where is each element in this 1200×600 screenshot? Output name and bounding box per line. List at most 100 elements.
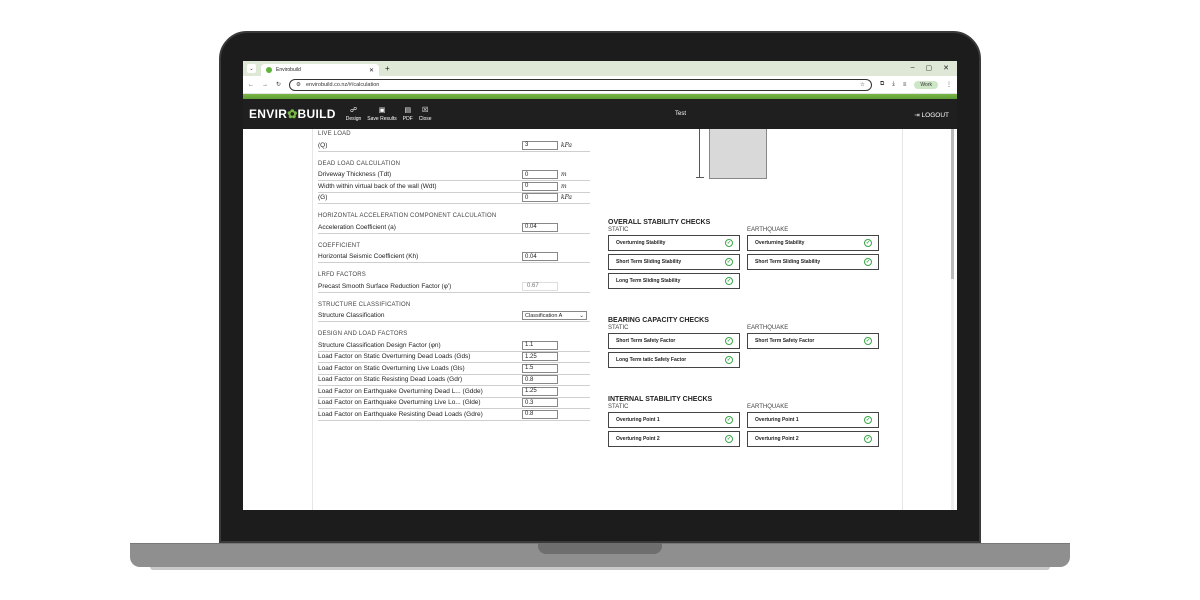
- virtual-width-input[interactable]: 0: [522, 181, 558, 191]
- laptop-mockup: ⌄ Envirobuild ✕ + – ▢ ✕ ← → ↻ ⚙ envirobu…: [0, 0, 1200, 600]
- tab-search-icon[interactable]: ⌄: [247, 64, 256, 73]
- dead-load-input[interactable]: 0: [522, 193, 558, 203]
- app-logo: ENVIR✿BUILD: [249, 107, 336, 121]
- scrollbar[interactable]: [951, 129, 954, 510]
- extensions-icon[interactable]: ⧉: [880, 81, 884, 88]
- form-row: Load Factor on Earthquake Overturning Li…: [318, 398, 590, 409]
- site-info-icon[interactable]: ⚙: [296, 82, 301, 88]
- factor-input[interactable]: 1.25: [522, 386, 558, 396]
- save-results-button[interactable]: ▣ Save Results: [367, 106, 396, 122]
- design-button[interactable]: ☍ Design: [346, 106, 362, 122]
- bearing-capacity-checks: BEARING CAPACITY CHECKS STATIC Short Ter…: [608, 317, 888, 371]
- check-circle-icon: ✓: [864, 258, 872, 266]
- url-text: envirobuild.co.nz/#/calculation: [305, 81, 380, 88]
- check-card[interactable]: Short Term Sliding Stability ✓: [747, 254, 879, 270]
- address-bar-row: ← → ↻ ⚙ envirobuild.co.nz/#/calculation …: [243, 76, 957, 94]
- browser-menu-icon[interactable]: ⋮: [946, 81, 952, 88]
- wall-diagram-line: [699, 129, 700, 177]
- factor-input[interactable]: 1.25: [522, 352, 558, 362]
- check-card[interactable]: Overturning Stability ✓: [747, 235, 879, 251]
- check-card[interactable]: Overturing Point 2 ✓: [608, 431, 740, 447]
- minimize-icon[interactable]: –: [911, 64, 915, 72]
- download-icon[interactable]: ⤓: [892, 81, 895, 88]
- reload-icon[interactable]: ↻: [276, 81, 281, 88]
- logout-button[interactable]: ⇥ LOGOUT: [914, 111, 949, 119]
- form-row: Load Factor on Static Resisting Dead Loa…: [318, 375, 590, 386]
- pdf-icon: ▤: [404, 107, 412, 114]
- wall-diagram-base: [696, 177, 704, 178]
- form-row: Driveway Thickness (Tdt) 0 m: [318, 170, 590, 181]
- check-circle-icon: ✓: [725, 356, 733, 364]
- form-row: Load Factor on Static Overturning Dead L…: [318, 352, 590, 363]
- page-title: Test: [675, 111, 687, 117]
- pdf-button[interactable]: ▤ PDF: [403, 106, 413, 122]
- coefficient-section: COEFFICIENT Horizontal Seismic Coefficie…: [318, 243, 590, 263]
- factor-input[interactable]: 0.3: [522, 398, 558, 408]
- check-circle-icon: ✓: [725, 277, 733, 285]
- form-row: (G) 0 kPa: [318, 193, 590, 204]
- structure-classification-select[interactable]: Classification A ⌄: [522, 311, 587, 321]
- earthquake-column: EARTHQUAKE Overturning Stability ✓ Short …: [747, 227, 879, 292]
- browser-tab[interactable]: Envirobuild ✕: [261, 64, 379, 76]
- people-icon: ☍: [349, 107, 358, 114]
- overall-stability-checks: OVERALL STABILITY CHECKS STATIC Overturn…: [608, 219, 888, 292]
- new-tab-icon[interactable]: +: [385, 64, 390, 73]
- check-circle-icon: ✓: [725, 416, 733, 424]
- factor-input[interactable]: 1.5: [522, 363, 558, 373]
- check-card[interactable]: Overturing Point 2 ✓: [747, 431, 879, 447]
- check-card[interactable]: Overturing Point 1 ✓: [747, 412, 879, 428]
- toolbar: ☍ Design ▣ Save Results ▤ PDF ☒ Close: [346, 106, 432, 122]
- factor-input[interactable]: 1.1: [522, 340, 558, 350]
- reading-list-icon[interactable]: ≡: [903, 82, 907, 88]
- internal-stability-checks: INTERNAL STABILITY CHECKS STATIC Overtur…: [608, 396, 888, 450]
- url-field[interactable]: ⚙ envirobuild.co.nz/#/calculation ☆: [289, 78, 872, 91]
- content-area: LIVE LOAD (Q) 3 kPa DEAD LOAD CALCULATIO…: [243, 129, 957, 510]
- chevron-down-icon: ⌄: [579, 312, 584, 319]
- check-card[interactable]: Long Term tatic Safety Factor ✓: [608, 352, 740, 368]
- check-circle-icon: ✓: [864, 435, 872, 443]
- form-row: Load Factor on Static Overturning Live L…: [318, 363, 590, 375]
- factor-input[interactable]: 0.8: [522, 375, 558, 385]
- scrollbar-thumb[interactable]: [951, 129, 954, 279]
- check-circle-icon: ✓: [725, 337, 733, 345]
- earthquake-column: EARTHQUAKE Short Term Safety Factor ✓: [747, 325, 879, 371]
- window-close-icon[interactable]: ✕: [943, 64, 949, 72]
- profile-badge[interactable]: Work: [914, 80, 938, 89]
- laptop-notch: [538, 543, 662, 554]
- laptop-foot: [150, 567, 1050, 570]
- favicon-icon: [266, 67, 272, 73]
- forward-icon[interactable]: →: [262, 82, 268, 88]
- screen: ⌄ Envirobuild ✕ + – ▢ ✕ ← → ↻ ⚙ envirobu…: [243, 61, 957, 510]
- tab-title: Envirobuild: [276, 67, 301, 73]
- check-card[interactable]: Short Term Safety Factor ✓: [608, 333, 740, 349]
- bookmark-star-icon[interactable]: ☆: [860, 82, 865, 88]
- acceleration-coefficient-input[interactable]: 0.04: [522, 222, 558, 232]
- back-icon[interactable]: ←: [248, 82, 254, 88]
- static-column: STATIC Overturing Point 1 ✓ Overturing Po…: [608, 404, 740, 450]
- design-factors-section: DESIGN AND LOAD FACTORS Structure Classi…: [318, 331, 590, 421]
- close-button[interactable]: ☒ Close: [419, 106, 432, 122]
- check-circle-icon: ✓: [864, 416, 872, 424]
- calculation-sheet: LIVE LOAD (Q) 3 kPa DEAD LOAD CALCULATIO…: [312, 129, 903, 510]
- check-circle-icon: ✓: [864, 337, 872, 345]
- horizontal-section: HORIZONTAL ACCELERATION COMPONENT CALCUL…: [318, 213, 590, 234]
- check-card[interactable]: Short Term Safety Factor ✓: [747, 333, 879, 349]
- reduction-factor-readonly: 0.67: [522, 281, 558, 291]
- check-card[interactable]: Overturing Point 1 ✓: [608, 412, 740, 428]
- form-row: Structure Classification Design Factor (…: [318, 340, 590, 352]
- live-load-input[interactable]: 3: [522, 140, 558, 150]
- check-circle-icon: ✓: [864, 239, 872, 247]
- form-row: Structure Classification Classification A…: [318, 311, 590, 322]
- check-card[interactable]: Long Term Sliding Stability ✓: [608, 273, 740, 289]
- form-row: (Q) 3 kPa: [318, 140, 590, 152]
- tab-close-icon[interactable]: ✕: [369, 67, 374, 74]
- restore-icon[interactable]: ▢: [926, 64, 933, 72]
- factor-input[interactable]: 0.8: [522, 409, 558, 419]
- static-column: STATIC Short Term Safety Factor ✓ Long Te…: [608, 325, 740, 371]
- check-circle-icon: ✓: [725, 258, 733, 266]
- driveway-thickness-input[interactable]: 0: [522, 170, 558, 180]
- seismic-coefficient-input[interactable]: 0.04: [522, 252, 558, 262]
- app-header: ENVIR✿BUILD ☍ Design ▣ Save Results ▤ PDF ☒…: [243, 99, 957, 129]
- check-card[interactable]: Short Term Sliding Stability ✓: [608, 254, 740, 270]
- check-card[interactable]: Overturning Stability ✓: [608, 235, 740, 251]
